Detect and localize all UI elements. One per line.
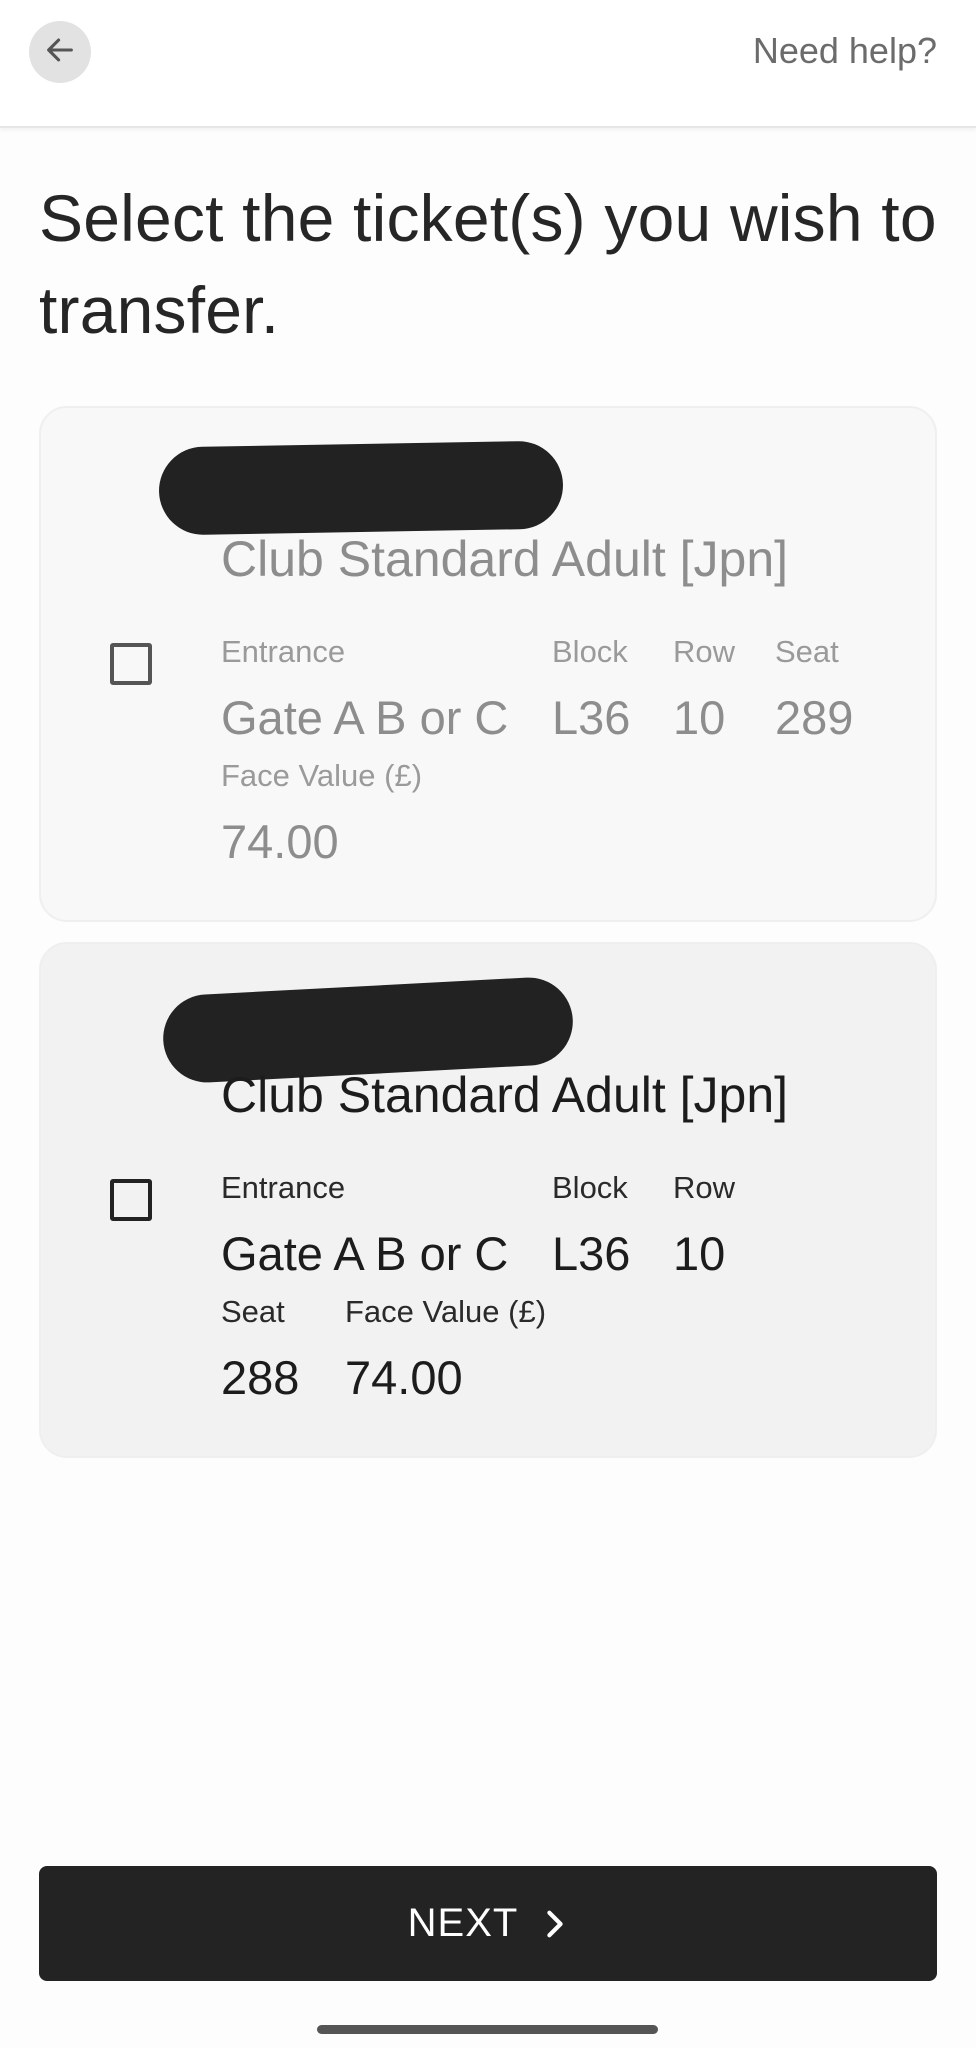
ticket-checkbox[interactable] (110, 1179, 152, 1221)
need-help-link[interactable]: Need help? (753, 30, 937, 72)
seat-value: 288 (221, 1351, 300, 1404)
top-bar: Need help? (0, 0, 976, 128)
row-value: 10 (673, 691, 726, 744)
ticket-card[interactable]: Club Standard Adult [Jpn] Entrance Block… (39, 942, 937, 1458)
block-value: L36 (552, 1227, 631, 1280)
back-button[interactable] (29, 21, 91, 83)
seat-label: Seat (221, 1294, 285, 1329)
block-value: L36 (552, 691, 631, 744)
ticket-name: Club Standard Adult [Jpn] (221, 531, 789, 587)
ticket-name: Club Standard Adult [Jpn] (221, 1067, 789, 1123)
next-button[interactable]: NEXT (39, 1866, 937, 1981)
ticket-card[interactable]: Club Standard Adult [Jpn] Entrance Block… (39, 406, 937, 922)
seat-value: 289 (775, 691, 854, 744)
row-value: 10 (673, 1227, 726, 1280)
face-value-label: Face Value (£) (221, 758, 423, 793)
entrance-label: Entrance (221, 1170, 346, 1205)
face-value: 74.00 (221, 815, 339, 868)
home-indicator[interactable] (317, 2025, 658, 2034)
arrow-left-icon (43, 33, 77, 72)
page-title: Select the ticket(s) you wish to transfe… (39, 181, 937, 347)
block-label: Block (552, 1170, 628, 1205)
redaction-mark (158, 440, 564, 536)
face-value: 74.00 (345, 1351, 463, 1404)
entrance-label: Entrance (221, 634, 346, 669)
row-label: Row (673, 1170, 736, 1205)
chevron-right-icon (542, 1909, 568, 1939)
seat-label: Seat (775, 634, 839, 669)
ticket-checkbox[interactable] (110, 643, 152, 685)
block-label: Block (552, 634, 628, 669)
row-label: Row (673, 634, 736, 669)
entrance-value: Gate A B or C (221, 1227, 509, 1280)
entrance-value: Gate A B or C (221, 691, 509, 744)
face-value-label: Face Value (£) (345, 1294, 547, 1329)
next-button-label: NEXT (407, 1901, 519, 1945)
